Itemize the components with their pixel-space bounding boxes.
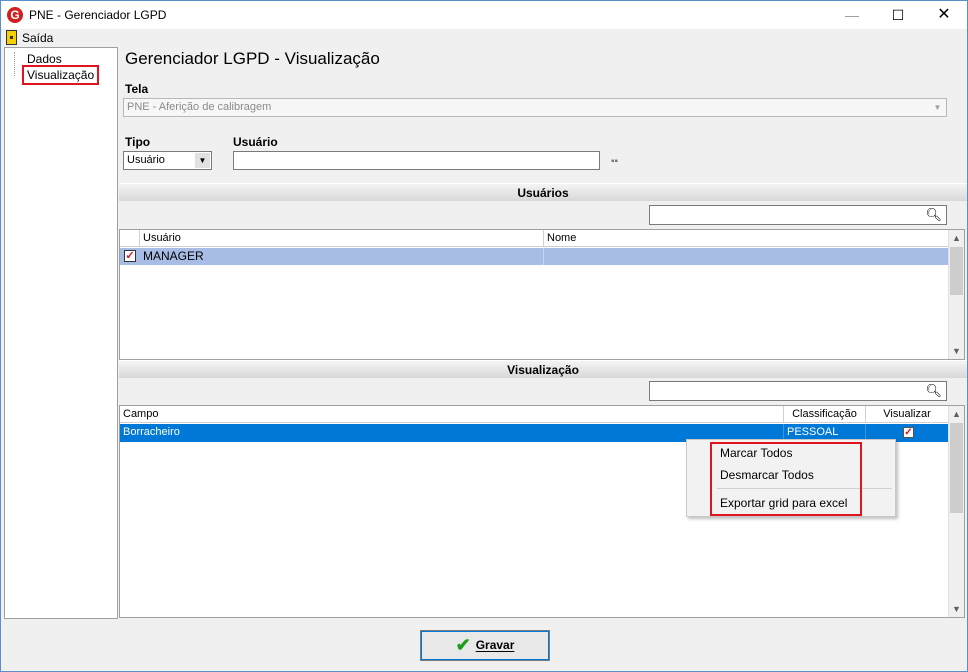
row-checkbox[interactable]: ✓ [124, 250, 136, 262]
scroll-up-icon[interactable]: ▲ [949, 406, 964, 422]
search-icon[interactable]: 🔍︎ [925, 207, 942, 223]
nav-item-visualizacao[interactable]: Visualização [22, 65, 100, 85]
tela-select[interactable]: PNE - Aferição de calibragem ▼ [123, 98, 947, 117]
maximize-button[interactable]: ☐ [875, 1, 921, 29]
visualizacao-search-input[interactable]: 🔍︎ [649, 381, 947, 401]
window-title: PNE - Gerenciador LGPD [29, 8, 167, 22]
menu-exit[interactable]: Saída [22, 31, 53, 45]
visualizacao-section-header: Visualização [119, 360, 967, 378]
table-row[interactable]: ✓ MANAGER [120, 248, 949, 265]
tela-label: Tela [125, 82, 149, 96]
nav-tree: Dados Visualização [4, 47, 118, 619]
scroll-thumb[interactable] [950, 423, 963, 513]
title-bar: G PNE - Gerenciador LGPD — ☐ ✕ [1, 1, 967, 29]
app-window: G PNE - Gerenciador LGPD — ☐ ✕ Saída Dad… [0, 0, 968, 672]
grid-header-campo[interactable]: Campo [120, 406, 784, 423]
tipo-label: Tipo [125, 135, 151, 149]
usuarios-grid: Usuário Nome ✓ MANAGER ▲ ▼ [119, 229, 965, 360]
usuario-input[interactable] [233, 151, 600, 170]
cell-campo: Borracheiro [123, 426, 180, 438]
grid-header-nome[interactable]: Nome [544, 230, 949, 247]
close-button[interactable]: ✕ [921, 1, 967, 29]
dropdown-arrow-icon: ▼ [933, 103, 942, 112]
tela-select-value: PNE - Aferição de calibragem [127, 101, 272, 113]
grid-header-visualizar[interactable]: Visualizar [866, 406, 949, 423]
scroll-down-icon[interactable]: ▼ [949, 601, 964, 617]
scroll-up-icon[interactable]: ▲ [949, 230, 964, 246]
usuarios-section-header: Usuários [119, 183, 967, 201]
nav-item-dados[interactable]: Dados [27, 52, 62, 66]
usuarios-search-input[interactable]: 🔍︎ [649, 205, 947, 225]
dropdown-arrow-icon[interactable]: ▼ [195, 153, 210, 168]
visualizar-checkbox[interactable]: ✓ [903, 427, 914, 438]
binoculars-search-icon[interactable]: ▪▪ [611, 156, 618, 167]
vertical-scrollbar[interactable]: ▲ ▼ [948, 406, 964, 617]
check-icon: ✔ [455, 635, 471, 655]
scroll-thumb[interactable] [950, 247, 963, 295]
cell-divider [543, 248, 544, 265]
usuario-label: Usuário [233, 135, 278, 149]
annotation-highlight-box [710, 442, 862, 516]
minimize-button[interactable]: — [829, 1, 875, 29]
save-button[interactable]: ✔ Gravar [420, 630, 550, 661]
grid-header-usuario[interactable]: Usuário [140, 230, 544, 247]
grid-header-check [120, 230, 140, 247]
tipo-select-value: Usuário [127, 154, 165, 166]
tipo-select[interactable]: Usuário ▼ [123, 151, 212, 170]
cell-usuario: MANAGER [143, 249, 204, 263]
scroll-down-icon[interactable]: ▼ [949, 343, 964, 359]
search-icon[interactable]: 🔍︎ [925, 383, 942, 399]
grid-header-classificacao[interactable]: Classificação [784, 406, 866, 423]
vertical-scrollbar[interactable]: ▲ ▼ [948, 230, 964, 359]
save-button-label: Gravar [475, 638, 515, 652]
exit-door-icon[interactable] [6, 30, 17, 45]
app-logo-icon: G [7, 7, 23, 23]
page-title: Gerenciador LGPD - Visualização [125, 49, 380, 68]
menu-bar: Saída [1, 29, 967, 47]
tree-connector [14, 52, 15, 76]
cell-classificacao: PESSOAL [787, 426, 839, 438]
